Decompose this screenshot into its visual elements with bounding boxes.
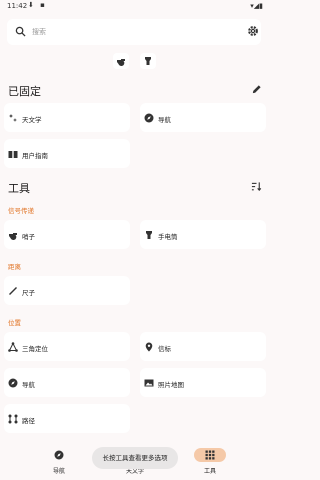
nav-tools[interactable]: 工具 (180, 440, 240, 480)
triangulate-icon (8, 342, 18, 352)
compass-icon (8, 378, 18, 388)
beacon-icon (145, 342, 153, 352)
toast-message: 长按工具查看更多选项 (92, 447, 178, 469)
compass-icon (54, 450, 64, 460)
card-label: 三角定位 (22, 345, 48, 353)
search-bar[interactable] (7, 19, 261, 45)
category-location-title: 位置 (8, 319, 21, 327)
search-icon (15, 26, 26, 37)
search-input[interactable] (32, 26, 217, 38)
book-icon (8, 151, 18, 158)
flashlight-icon (145, 57, 151, 65)
tool-beacon-card[interactable]: 信标 (140, 332, 266, 361)
pinned-navigation-card[interactable]: 导航 (140, 103, 266, 132)
nav-label: 导航 (52, 468, 65, 475)
status-time: 11:42 (7, 2, 28, 10)
card-label: 导航 (22, 381, 35, 389)
pinned-section-title: 已固定 (8, 85, 41, 98)
quick-whistle-button[interactable] (113, 53, 129, 69)
tools-section-title: 工具 (8, 182, 30, 195)
category-signaling-title: 信号传递 (8, 207, 34, 215)
tool-triangulate-card[interactable]: 三角定位 (4, 332, 130, 361)
tool-navigation-card[interactable]: 导航 (4, 368, 130, 397)
astronomy-icon (9, 114, 17, 122)
photo-map-icon (144, 379, 154, 387)
compass-icon (144, 113, 154, 123)
tool-photo-map-card[interactable]: 照片地图 (140, 368, 266, 397)
status-bar: 11:42 ⬇ ▪ ▾◢▮ (0, 0, 270, 14)
paths-icon (8, 414, 18, 424)
pinned-astronomy-card[interactable]: 天文学 (4, 103, 130, 132)
card-label: 路径 (22, 417, 35, 425)
card-label: 用户指南 (22, 152, 48, 160)
card-label: 照片地图 (158, 381, 184, 389)
status-system-icons: ▾◢▮ (250, 2, 263, 10)
sort-icon[interactable] (251, 181, 262, 192)
tool-paths-card[interactable]: 路径 (4, 404, 130, 433)
whistle-icon (117, 59, 125, 66)
tool-flashlight-card[interactable]: 手电筒 (140, 220, 266, 249)
category-distance-title: 距离 (8, 263, 21, 271)
ruler-icon (9, 287, 17, 295)
card-label: 信标 (158, 345, 171, 353)
tool-ruler-card[interactable]: 尺子 (4, 276, 130, 305)
card-label: 尺子 (22, 289, 35, 297)
edit-icon[interactable] (251, 84, 262, 95)
nav-pill (43, 448, 75, 462)
card-label: 导航 (158, 116, 171, 124)
card-label: 哨子 (22, 233, 35, 241)
flashlight-icon (146, 231, 152, 239)
gear-icon[interactable] (247, 25, 259, 37)
card-label: 手电筒 (158, 233, 178, 241)
card-label: 天文学 (22, 116, 42, 124)
grid-icon (205, 450, 215, 460)
tool-whistle-card[interactable]: 哨子 (4, 220, 130, 249)
pinned-user-guide-card[interactable]: 用户指南 (4, 139, 130, 168)
nav-pill-active (194, 448, 226, 462)
quick-flashlight-button[interactable] (140, 53, 156, 69)
nav-navigation[interactable]: 导航 (29, 440, 89, 480)
nav-label: 工具 (203, 468, 216, 475)
whistle-icon (9, 233, 17, 240)
status-notification-icons: ⬇ ▪ (28, 1, 47, 9)
